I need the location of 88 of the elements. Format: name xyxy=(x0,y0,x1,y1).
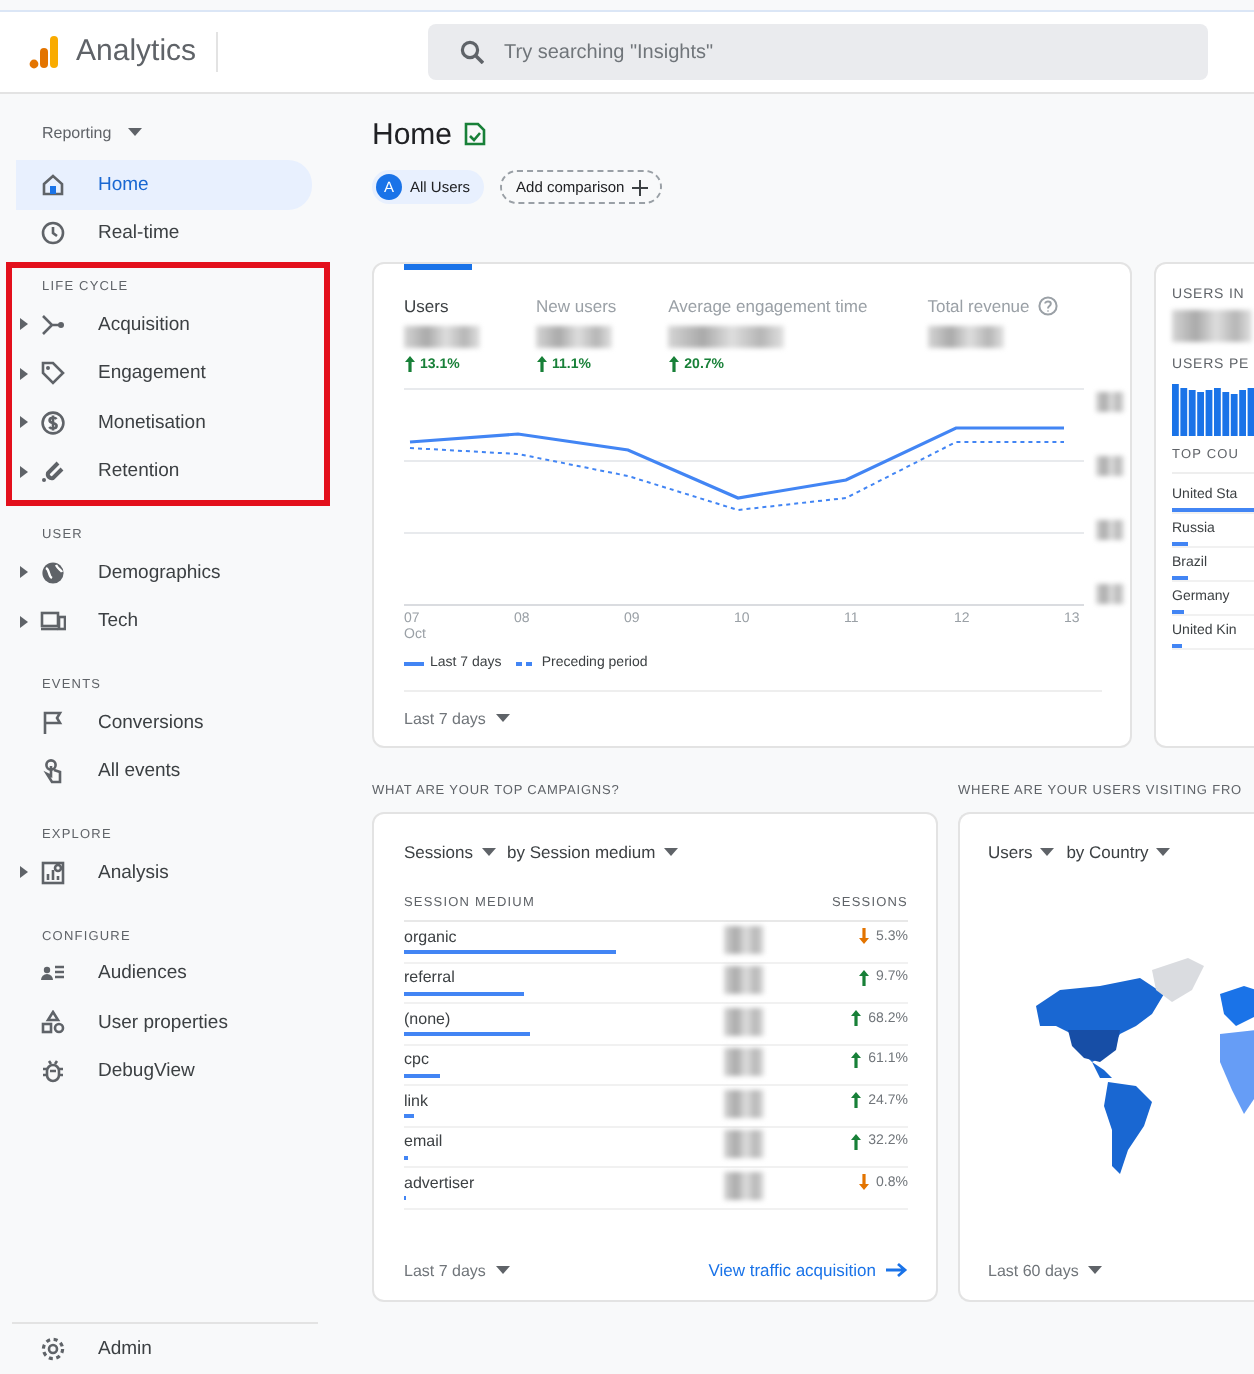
document-check-icon xyxy=(464,122,487,146)
caret-icon xyxy=(1040,848,1055,856)
nav-item[interactable]: User properties xyxy=(12,998,308,1047)
blurred-value xyxy=(536,326,612,348)
devices-icon xyxy=(40,608,66,635)
nav-item[interactable]: All events xyxy=(12,747,308,796)
expand-icon xyxy=(20,465,28,478)
nav-item[interactable]: Demographics xyxy=(12,548,308,597)
search-icon xyxy=(460,40,484,64)
nav-item[interactable]: Real-time xyxy=(0,209,296,258)
nav-item[interactable]: Conversions xyxy=(12,698,308,747)
metric-dropdown[interactable]: Sessions xyxy=(404,842,495,862)
nav-item[interactable]: Tech xyxy=(12,597,308,646)
blurred-value xyxy=(1096,520,1124,540)
nav-item[interactable]: Engagement xyxy=(12,349,308,398)
logo-icon xyxy=(28,34,60,70)
nav-item[interactable]: Home xyxy=(16,160,312,209)
plus-icon xyxy=(632,179,649,195)
dimension-dropdown[interactable]: by Country xyxy=(1066,842,1171,862)
expand-icon xyxy=(20,367,28,380)
settings-icon xyxy=(40,1335,66,1361)
blurred-value xyxy=(1096,584,1124,604)
blurred-value xyxy=(724,966,764,994)
search-field[interactable]: Try searching "Insights" xyxy=(428,24,1208,80)
blurred-value xyxy=(927,326,1004,348)
metric-tab[interactable]: Users xyxy=(404,296,449,316)
expand-icon xyxy=(20,566,28,579)
expand-icon xyxy=(20,318,28,331)
clock-icon xyxy=(40,220,66,247)
caret-icon xyxy=(495,1266,510,1274)
page-title: Home xyxy=(372,117,453,151)
minute-bars-drawing xyxy=(1172,384,1254,436)
caret-icon xyxy=(663,848,678,856)
table-cell-text: cpc xyxy=(404,1050,431,1068)
nav-item[interactable]: DebugView xyxy=(12,1047,308,1096)
bug-icon xyxy=(40,1058,66,1085)
dimension-dropdown[interactable]: by Session medium xyxy=(507,842,678,862)
flag-icon xyxy=(40,709,66,736)
blurred-value xyxy=(724,1048,764,1076)
caret-icon xyxy=(1156,848,1171,856)
nav-item[interactable]: Analysis xyxy=(12,848,308,897)
caret-icon xyxy=(481,848,495,856)
traffic-acquisition-link[interactable]: View traffic acquisition xyxy=(708,1260,908,1280)
blurred-value xyxy=(724,925,764,953)
caret-icon xyxy=(1088,1266,1103,1274)
table-cell-text: referral xyxy=(404,968,457,986)
table-cell-text: email xyxy=(404,1132,445,1150)
solid-line-swatch-icon xyxy=(404,659,424,667)
blurred-value xyxy=(724,1171,764,1199)
table-cell-text: organic xyxy=(404,927,459,945)
blurred-value xyxy=(1096,456,1124,476)
arrow-right-icon xyxy=(886,1262,908,1278)
nav-item[interactable]: Acquisition xyxy=(12,300,308,349)
date-range-dropdown[interactable]: Last 7 days xyxy=(404,709,510,727)
blurred-value xyxy=(724,1130,764,1158)
magnet-icon xyxy=(40,458,66,485)
touch-icon xyxy=(40,758,66,785)
caret-icon xyxy=(127,128,142,136)
table-cell-text: (none) xyxy=(404,1009,453,1027)
dollar-icon xyxy=(40,409,66,436)
tag-icon xyxy=(40,360,66,387)
home-icon xyxy=(40,171,66,198)
blurred-value xyxy=(668,326,785,348)
table-cell-text: link xyxy=(404,1091,431,1109)
nav-item[interactable]: Audiences xyxy=(12,949,308,998)
dashed-line-swatch-icon xyxy=(515,659,536,667)
expand-icon xyxy=(20,866,28,879)
branch-icon xyxy=(40,311,66,338)
metric-dropdown[interactable]: Users xyxy=(988,842,1055,862)
blurred-value xyxy=(724,1007,764,1035)
date-range-dropdown[interactable]: Last 7 days xyxy=(404,1261,510,1279)
blurred-value xyxy=(724,1089,764,1117)
date-range-dropdown[interactable]: Last 60 days xyxy=(988,1261,1103,1279)
table-cell-text: advertiser xyxy=(404,1173,477,1191)
blurred-value xyxy=(404,326,480,348)
expand-icon xyxy=(20,416,28,429)
expand-icon xyxy=(20,615,28,628)
nav-item[interactable]: Retention xyxy=(12,447,308,496)
app-name: Analytics xyxy=(76,32,219,72)
reporting-dropdown[interactable]: Reporting xyxy=(0,116,142,148)
globe-icon xyxy=(40,559,66,586)
chart-icon xyxy=(40,859,66,886)
shapes-icon xyxy=(40,1009,66,1036)
blurred-value xyxy=(1172,310,1252,342)
caret-icon xyxy=(495,714,510,722)
admin-link[interactable]: Admin xyxy=(12,1322,318,1372)
nav-item[interactable]: Monetisation xyxy=(12,398,308,447)
blurred-value xyxy=(1096,392,1124,412)
